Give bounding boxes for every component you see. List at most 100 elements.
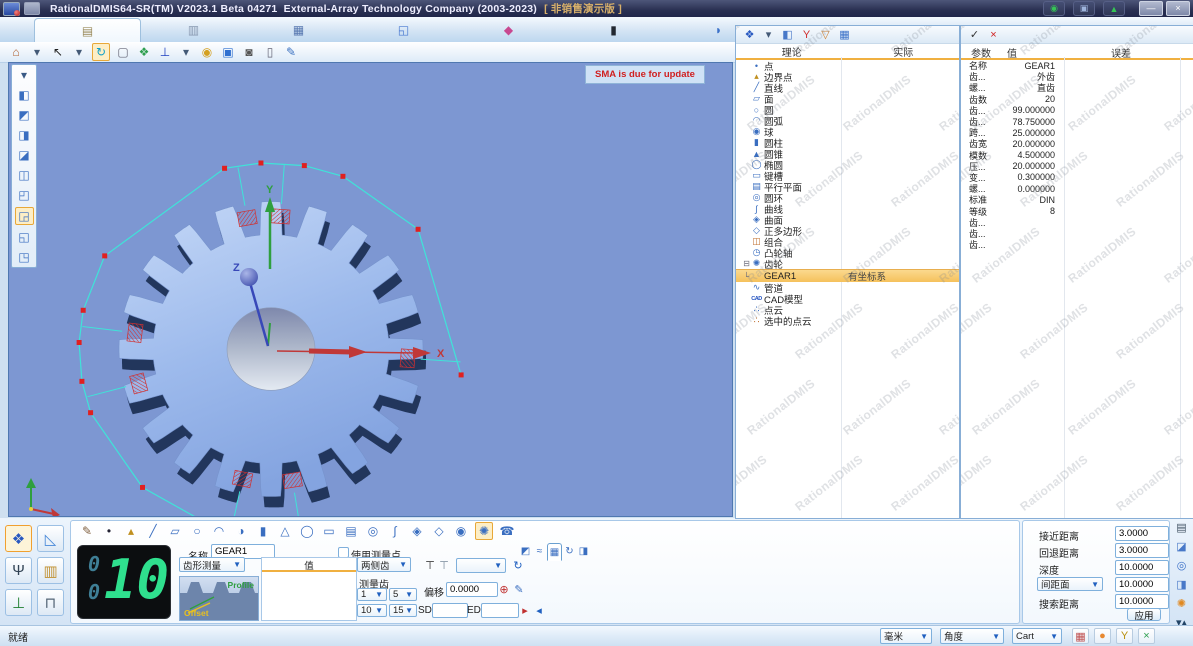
target-point-icon[interactable]: ⊕ <box>497 582 511 596</box>
spacing-input[interactable] <box>1115 577 1169 592</box>
ed-input[interactable] <box>481 603 519 618</box>
line-icon[interactable]: ╱ <box>145 523 161 539</box>
point-icon[interactable]: • <box>101 523 117 539</box>
solid-cube-icon[interactable]: ◧ <box>780 28 795 42</box>
tab-briefcase-icon[interactable]: ▤ <box>34 18 141 42</box>
probe-select[interactable]: ▼ <box>456 558 506 573</box>
y-status-icon[interactable]: Y <box>1116 628 1133 644</box>
menu-icon[interactable] <box>24 2 40 15</box>
tooth-step-select[interactable]: 5 ▼ <box>389 588 417 601</box>
alert-cube-icon[interactable]: ◰ <box>16 187 33 203</box>
expander-icon[interactable]: ⊟ <box>742 259 751 268</box>
gamepad-icon[interactable]: ◉ <box>1043 1 1065 16</box>
boundary-point-icon[interactable]: ▴ <box>123 523 139 539</box>
drag-cube-icon[interactable]: ◳ <box>16 249 33 265</box>
display-icon[interactable]: ▣ <box>220 44 236 60</box>
sd-input[interactable] <box>432 603 468 618</box>
surface-icon[interactable]: ◈ <box>409 523 425 539</box>
depth-input[interactable] <box>1115 560 1169 575</box>
angle-select[interactable]: 角度 ▼ <box>940 628 1004 644</box>
ball-status-icon[interactable]: ● <box>1094 628 1111 644</box>
apply-button[interactable]: 应用 <box>1127 608 1161 622</box>
axes-icon[interactable]: ⊥ <box>157 44 173 60</box>
minimize-button[interactable]: — <box>1139 1 1163 16</box>
edit-cube-icon[interactable]: ◫ <box>16 167 33 183</box>
probe-view-tab[interactable]: ◩ <box>519 543 532 559</box>
pipe-icon[interactable]: ☎ <box>499 523 515 539</box>
dual-screen-icon[interactable]: ▣ <box>1073 1 1095 16</box>
probe-mode-button[interactable]: Ψ <box>5 557 32 584</box>
erase-cube-icon[interactable]: ◱ <box>16 229 33 245</box>
pick-edge-icon[interactable]: ◪ <box>16 147 33 163</box>
units-select[interactable]: 毫米 ▼ <box>880 628 932 644</box>
probe-angle-icon[interactable]: ⊤ <box>437 558 451 572</box>
coordinate-mode-button[interactable]: ⊥ <box>5 589 32 616</box>
offset-input[interactable] <box>446 582 498 597</box>
close-button[interactable]: × <box>1166 1 1190 16</box>
feature-cube-icon[interactable]: ❖ <box>742 28 757 42</box>
tab-device-icon[interactable]: ▮ <box>561 18 666 41</box>
viewport-3d[interactable]: Z Y X ▾ ◧ ◩ ◨ ◪ ◫ ◰ ◲ ◱ ◳ SMA is due for update <box>8 62 733 517</box>
tab-document-icon[interactable]: ▥ <box>141 18 246 41</box>
probe-tip-icon[interactable]: ⊤ <box>423 558 437 572</box>
run-forward-icon[interactable]: ▸ <box>518 603 532 617</box>
refresh-icon[interactable]: ↻ <box>511 558 525 572</box>
fit-view-icon[interactable]: ❖ <box>136 44 152 60</box>
measure-type-select[interactable]: 齿形测量 ▼ <box>179 557 245 572</box>
blocks-icon[interactable]: ◪ <box>1174 539 1190 554</box>
disable-view-icon[interactable]: ◧ <box>16 87 33 103</box>
search-view-icon[interactable]: ◎ <box>1174 558 1190 573</box>
zoom-window-icon[interactable]: ▢ <box>115 44 131 60</box>
rotate-view-tab[interactable]: ↻ <box>563 543 576 559</box>
delete-icon[interactable]: ▯ <box>262 44 278 60</box>
machine-icon[interactable]: ▤ <box>1174 520 1190 535</box>
approach-input[interactable] <box>1115 526 1169 541</box>
select-cursor-icon[interactable]: ↖ <box>50 44 66 60</box>
polygon-icon[interactable]: ◇ <box>431 523 447 539</box>
capture-icon[interactable]: ◙ <box>241 44 257 60</box>
paint-cube-icon[interactable]: ◲ <box>14 207 34 225</box>
circle-icon[interactable]: ○ <box>189 523 205 539</box>
device-sync-icon[interactable]: ▲ <box>1103 1 1125 16</box>
cube-view-tab[interactable]: ◨ <box>577 543 590 559</box>
machine-mode-button[interactable]: ⊓ <box>37 589 64 616</box>
basket-icon[interactable]: ▽ <box>818 28 833 42</box>
curve-icon[interactable]: ∫ <box>387 523 403 539</box>
gear-icon[interactable]: ✺ <box>475 522 493 540</box>
cylinder-icon[interactable]: ▮ <box>255 523 271 539</box>
graph-view-tab[interactable]: ≈ <box>533 543 546 559</box>
tab-monitor-icon[interactable]: ◱ <box>351 18 456 41</box>
eye-icon[interactable]: ◉ <box>199 44 215 60</box>
gear-model[interactable]: Z Y X <box>9 63 732 516</box>
ellipse-icon[interactable]: ◯ <box>299 523 315 539</box>
home-icon[interactable]: ⌂ <box>8 44 24 60</box>
flank-select[interactable]: 两侧齿 ▼ <box>357 557 411 572</box>
brush-icon[interactable]: ✎ <box>283 44 299 60</box>
edit-plan-icon[interactable]: ✎ <box>512 582 526 596</box>
alignment-mode-button[interactable]: ▥ <box>37 557 64 584</box>
evaluate-mode-button[interactable]: ◺ <box>37 525 64 552</box>
retract-input[interactable] <box>1115 543 1169 558</box>
probe-pen-icon[interactable]: ✎ <box>79 523 95 539</box>
measure-mode-button[interactable]: ❖ <box>5 525 32 552</box>
grid-status-icon[interactable]: ▦ <box>1072 628 1089 644</box>
cone-icon[interactable]: △ <box>277 523 293 539</box>
torus-icon[interactable]: ◎ <box>365 523 381 539</box>
home-caret-icon[interactable]: ▾ <box>29 44 45 60</box>
slot-icon[interactable]: ▭ <box>321 523 337 539</box>
tree-item-选中的点云[interactable]: ∴ 选中的点云 <box>736 315 959 328</box>
table-view-tab[interactable]: ▦ <box>547 543 562 561</box>
link-status-icon[interactable]: × <box>1138 628 1155 644</box>
filter-icon[interactable]: Y <box>799 28 814 42</box>
sphere-icon[interactable]: ◑ <box>233 523 249 539</box>
settings-gear-icon[interactable]: ✺ <box>1174 596 1190 611</box>
tree-item-齿轮[interactable]: ⊟ ✺ 齿轮 <box>736 258 959 271</box>
cube-red-icon[interactable]: ◨ <box>1174 577 1190 592</box>
feature-caret-icon[interactable]: ▾ <box>761 28 776 42</box>
screen-icon[interactable]: ▦ <box>837 28 852 42</box>
tooth-start-select[interactable]: 1 ▼ <box>357 588 387 601</box>
tab-table-icon[interactable]: ▦ <box>246 18 351 41</box>
spacing-select[interactable]: 间距面 ▼ <box>1037 577 1103 591</box>
coord-select[interactable]: Cart ▼ <box>1012 628 1062 644</box>
tooth-count-select[interactable]: 10 ▼ <box>357 604 387 617</box>
